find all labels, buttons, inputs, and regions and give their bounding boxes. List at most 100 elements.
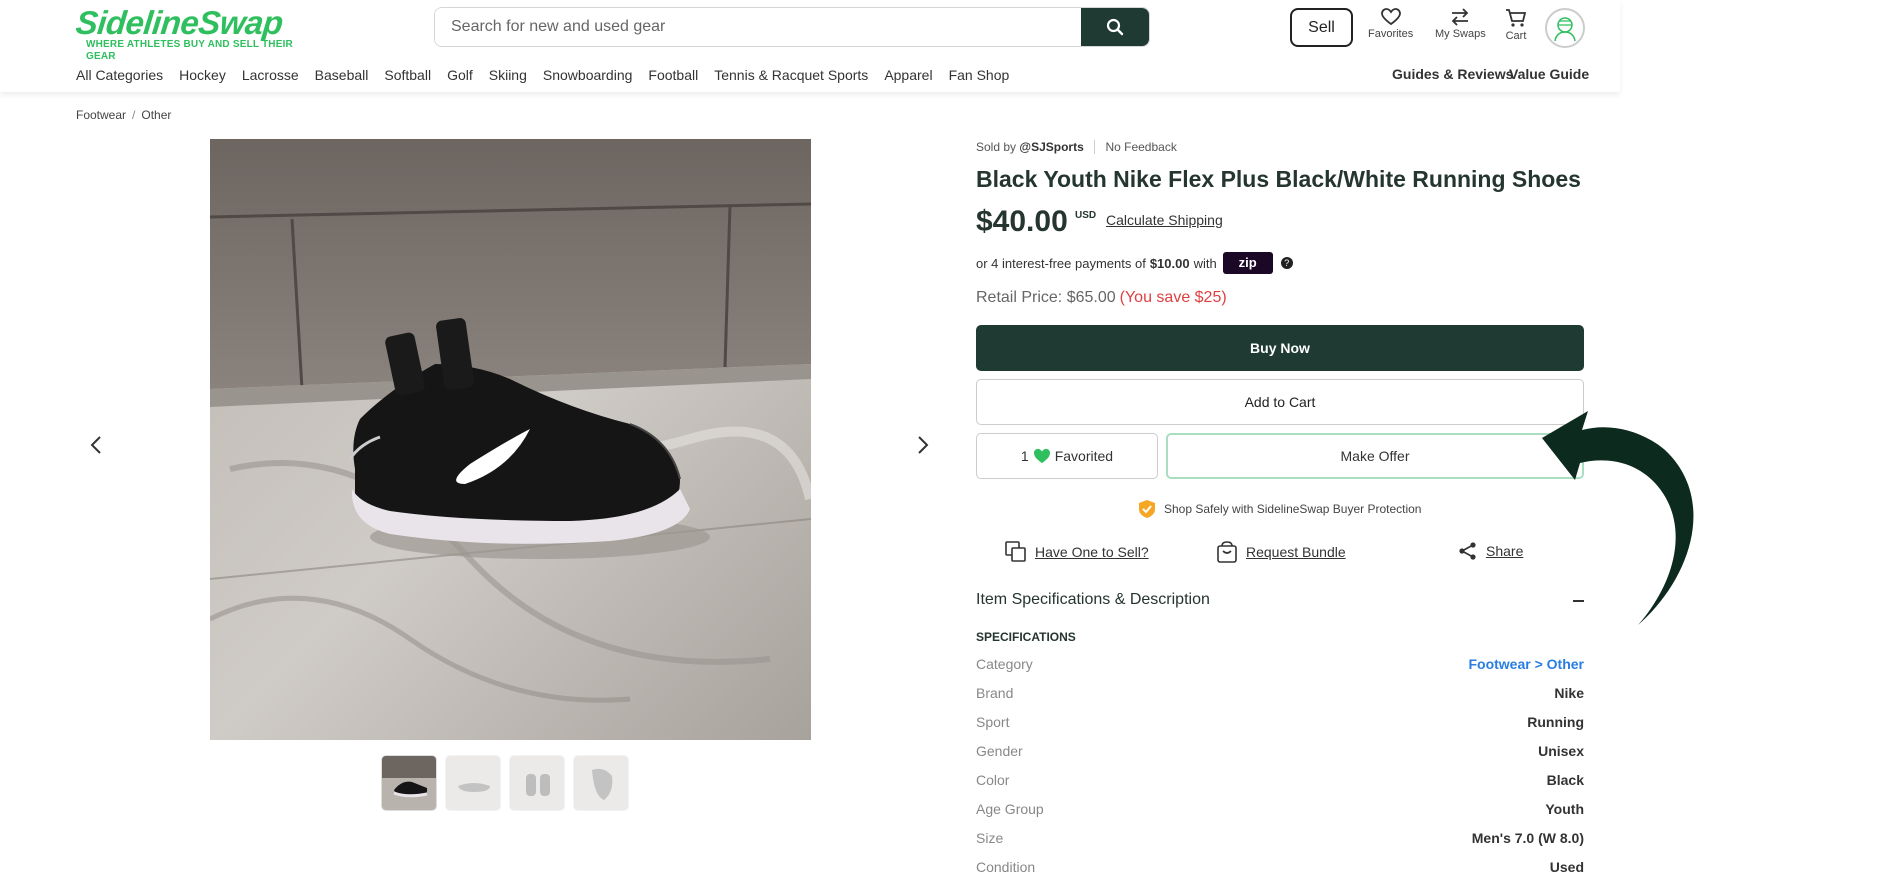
site-header: SidelineSwap WHERE ATHLETES BUY AND SELL…	[0, 0, 1620, 92]
spec-key: Sport	[976, 714, 1010, 730]
search-bar	[434, 7, 1150, 47]
nav-item-snowboarding[interactable]: Snowboarding	[543, 67, 633, 83]
thumbnail-strip	[381, 755, 629, 811]
favorited-label: Favorited	[1054, 448, 1114, 464]
spec-value: Used	[1549, 859, 1584, 875]
share-link[interactable]: Share	[1458, 541, 1523, 561]
athlete-avatar-icon	[1554, 17, 1576, 42]
nav-item-baseball[interactable]: Baseball	[315, 67, 369, 83]
installment-prefix: or 4 interest-free payments of	[976, 255, 1146, 271]
have-one-to-sell-link[interactable]: Have One to Sell?	[1005, 541, 1149, 563]
share-icon	[1459, 542, 1476, 560]
shield-check-icon	[1139, 500, 1155, 518]
specifications-accordion[interactable]: Item Specifications & Description	[976, 591, 1584, 609]
heart-icon	[1380, 8, 1401, 26]
nav-item-fan-shop[interactable]: Fan Shop	[949, 67, 1010, 83]
thumbnail-4[interactable]	[573, 755, 629, 811]
category-nav: All Categories Hockey Lacrosse Baseball Soft…	[76, 67, 1025, 83]
make-offer-button[interactable]: Make Offer	[1166, 433, 1584, 479]
add-to-cart-button[interactable]: Add to Cart	[976, 379, 1584, 425]
spec-row: Condition Used	[976, 859, 1584, 875]
nav-item-apparel[interactable]: Apparel	[884, 67, 932, 83]
product-title: Black Youth Nike Flex Plus Black/White R…	[976, 166, 1581, 192]
nav-item-hockey[interactable]: Hockey	[179, 67, 226, 83]
guides-reviews-link[interactable]: Guides & Reviews	[1392, 66, 1513, 82]
sell-button[interactable]: Sell	[1290, 8, 1353, 47]
calculate-shipping-link[interactable]: Calculate Shipping	[1106, 212, 1223, 228]
thumbnail-3[interactable]	[509, 755, 565, 811]
spec-value: Nike	[1554, 685, 1584, 701]
product-main-image[interactable]	[210, 139, 811, 740]
spec-key: Gender	[976, 743, 1023, 759]
copy-icon	[1005, 541, 1026, 562]
favorite-count: 1	[1020, 448, 1029, 464]
spec-category-link[interactable]: Footwear > Other	[1468, 656, 1584, 672]
specifications-subheading: SPECIFICATIONS	[976, 630, 1076, 644]
installment-suffix: with	[1193, 255, 1217, 271]
heart-filled-icon	[1033, 448, 1050, 464]
spec-key: Age Group	[976, 801, 1044, 817]
value-guide-link[interactable]: Value Guide	[1509, 66, 1589, 82]
bag-icon	[1217, 541, 1237, 563]
nav-item-football[interactable]: Football	[648, 67, 698, 83]
breadcrumb-footwear[interactable]: Footwear	[76, 108, 126, 122]
zip-logo: zip	[1222, 252, 1273, 274]
cart-link[interactable]: Cart	[1505, 8, 1527, 42]
curved-arrow-annotation	[1542, 411, 1694, 625]
search-input[interactable]	[435, 8, 1081, 46]
spec-row: Category Footwear > Other	[976, 656, 1584, 672]
spec-key: Condition	[976, 859, 1036, 875]
spec-value: Black	[1546, 772, 1584, 788]
prev-image-button[interactable]	[86, 430, 106, 460]
logo-wordmark: SidelineSwap	[74, 4, 285, 41]
chevron-left-icon	[90, 436, 101, 454]
spec-row: Age Group Youth	[976, 801, 1584, 817]
cart-label: Cart	[1505, 30, 1527, 42]
favorite-button[interactable]: 1 Favorited	[976, 433, 1158, 479]
spec-key: Size	[976, 830, 1004, 846]
spec-row: Sport Running	[976, 714, 1584, 730]
thumbnail-1[interactable]	[381, 755, 437, 811]
my-swaps-link[interactable]: My Swaps	[1435, 8, 1486, 40]
thumbnail-2[interactable]	[445, 755, 501, 811]
installment-amount: $10.00	[1149, 255, 1190, 271]
spec-key: Category	[976, 656, 1033, 672]
buyer-protection: Shop Safely with SidelineSwap Buyer Prot…	[1138, 499, 1421, 519]
user-avatar[interactable]	[1545, 8, 1585, 48]
spec-value: Running	[1527, 714, 1584, 730]
breadcrumb: Footwear / Other	[76, 108, 172, 122]
nav-item-tennis-racquet-sports[interactable]: Tennis & Racquet Sports	[714, 67, 868, 83]
my-swaps-label: My Swaps	[1435, 28, 1486, 40]
swap-arrows-icon	[1452, 8, 1469, 26]
next-image-button[interactable]	[913, 430, 933, 460]
nav-item-all-categories[interactable]: All Categories	[76, 67, 163, 83]
request-bundle-link[interactable]: Request Bundle	[1216, 541, 1346, 563]
nav-item-softball[interactable]: Softball	[384, 67, 431, 83]
help-icon[interactable]: ?	[1280, 257, 1293, 269]
buy-now-button[interactable]: Buy Now	[976, 325, 1584, 371]
retail-price-value: Retail Price: $65.00	[976, 289, 1116, 306]
savings-text: (You save $25)	[1119, 289, 1227, 306]
nav-item-skiing[interactable]: Skiing	[489, 67, 527, 83]
installment-info: or 4 interest-free payments of $10.00 wi…	[976, 252, 1293, 274]
spec-row: Gender Unisex	[976, 743, 1584, 759]
search-button[interactable]	[1081, 8, 1149, 46]
nav-item-lacrosse[interactable]: Lacrosse	[242, 67, 299, 83]
spec-row: Color Black	[976, 772, 1584, 788]
product-page: SidelineSwap WHERE ATHLETES BUY AND SELL…	[0, 0, 1886, 888]
shoe-photo	[210, 139, 811, 740]
spec-value: Youth	[1545, 801, 1584, 817]
logo[interactable]: SidelineSwap WHERE ATHLETES BUY AND SELL…	[74, 4, 296, 63]
breadcrumb-other[interactable]: Other	[141, 108, 171, 122]
nav-item-golf[interactable]: Golf	[447, 67, 473, 83]
sold-by-label: Sold by	[976, 140, 1017, 154]
favorites-label: Favorites	[1368, 28, 1414, 40]
cart-icon	[1506, 9, 1527, 27]
spec-key: Color	[976, 772, 1010, 788]
spec-value: Unisex	[1538, 743, 1584, 759]
seller-name[interactable]: @SJSports	[1019, 140, 1083, 154]
search-icon	[1106, 18, 1124, 36]
spec-row: Brand Nike	[976, 685, 1584, 701]
favorites-link[interactable]: Favorites	[1368, 8, 1413, 40]
spec-value: Men's 7.0 (W 8.0)	[1471, 830, 1584, 846]
